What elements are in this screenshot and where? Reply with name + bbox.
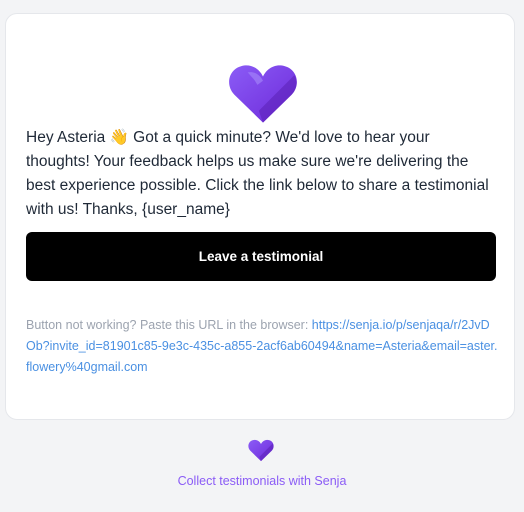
leave-testimonial-button[interactable]: Leave a testimonial: [26, 232, 496, 281]
fallback-prefix: Button not working? Paste this URL in th…: [26, 318, 312, 332]
heart-icon: [229, 65, 297, 123]
heart-icon: [248, 439, 274, 462]
fallback-instructions: Button not working? Paste this URL in th…: [26, 315, 498, 378]
testimonial-request-card: Hey Asteria 👋 Got a quick minute? We'd l…: [5, 13, 515, 420]
message-text: Hey Asteria 👋 Got a quick minute? We'd l…: [26, 129, 489, 218]
senja-footer-link[interactable]: Collect testimonials with Senja: [0, 474, 524, 488]
